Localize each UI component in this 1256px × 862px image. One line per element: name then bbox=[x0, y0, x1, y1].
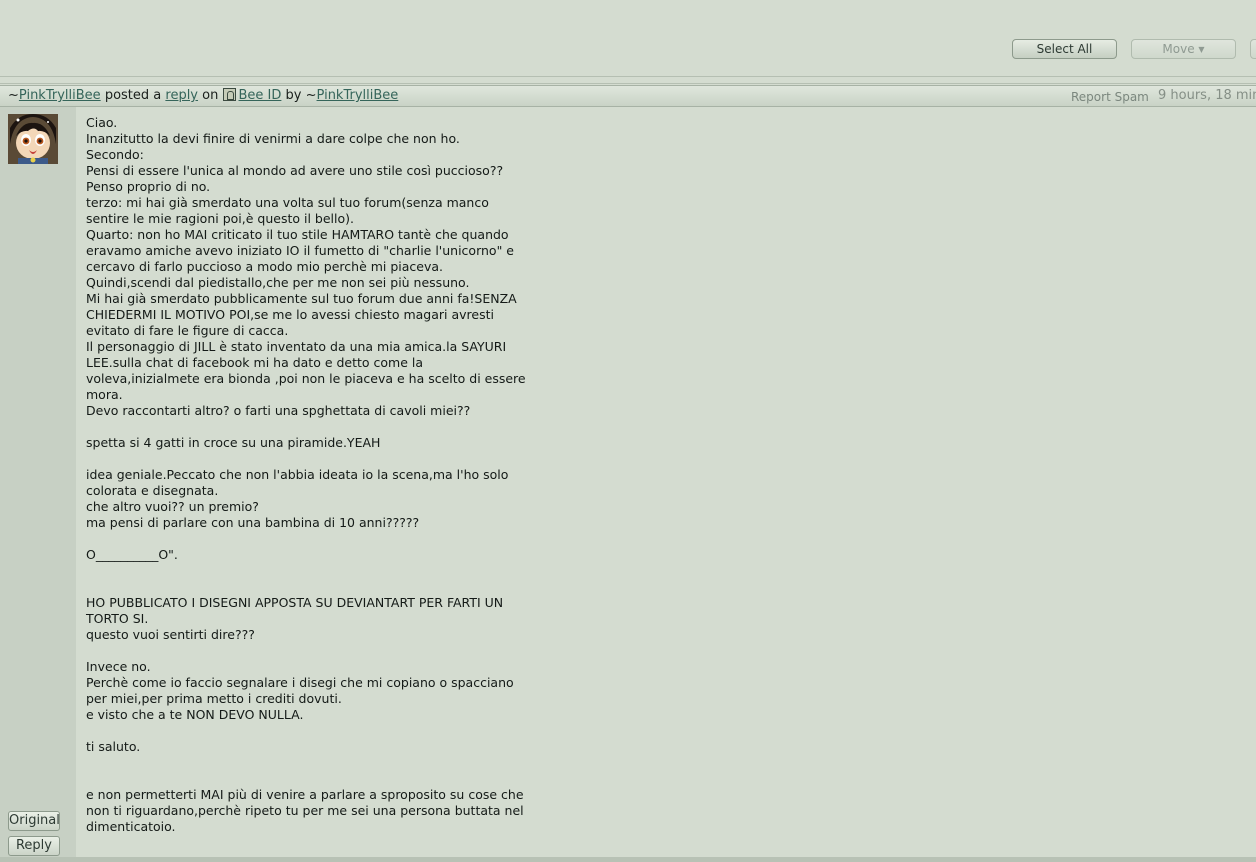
deviation-link[interactable]: Bee ID bbox=[239, 88, 282, 103]
message-toolbar: Select All Move ▼ bbox=[0, 0, 1256, 77]
original-button[interactable]: Original bbox=[8, 811, 60, 831]
move-button[interactable]: Move ▼ bbox=[1131, 39, 1236, 59]
message-content: Ciao. Inanzitutto la devi finire di veni… bbox=[76, 107, 1256, 857]
message-header: ~PinkTrylliBee posted a reply on Bee ID … bbox=[0, 85, 1256, 107]
deviation-author-link[interactable]: PinkTrylliBee bbox=[317, 88, 399, 103]
caret-down-icon: ▼ bbox=[1198, 45, 1205, 54]
author-prefix: ~ bbox=[8, 88, 19, 103]
author-link[interactable]: PinkTrylliBee bbox=[19, 88, 101, 103]
avatar-image bbox=[8, 114, 58, 164]
message-body: Ciao. Inanzitutto la devi finire di veni… bbox=[86, 115, 526, 834]
timestamp: 9 hours, 18 min bbox=[1158, 88, 1256, 103]
toolbar-extra-button[interactable] bbox=[1250, 39, 1256, 59]
divider bbox=[0, 83, 1256, 84]
report-spam-link[interactable]: Report Spam bbox=[1071, 87, 1149, 107]
reply-link[interactable]: reply bbox=[165, 88, 198, 103]
posted-a-text: posted a bbox=[104, 88, 162, 103]
on-text: on bbox=[202, 88, 219, 103]
select-all-button[interactable]: Select All bbox=[1012, 39, 1117, 59]
by-text: by ~ bbox=[285, 88, 317, 103]
message-header-summary: ~PinkTrylliBee posted a reply on Bee ID … bbox=[8, 86, 398, 106]
deviation-lock-icon bbox=[222, 88, 236, 101]
reply-button[interactable]: Reply bbox=[8, 836, 60, 856]
move-button-label: Move bbox=[1162, 42, 1195, 56]
bottom-divider bbox=[0, 857, 1256, 862]
message-sidebar: Original Reply bbox=[0, 107, 76, 857]
avatar[interactable] bbox=[8, 114, 58, 164]
